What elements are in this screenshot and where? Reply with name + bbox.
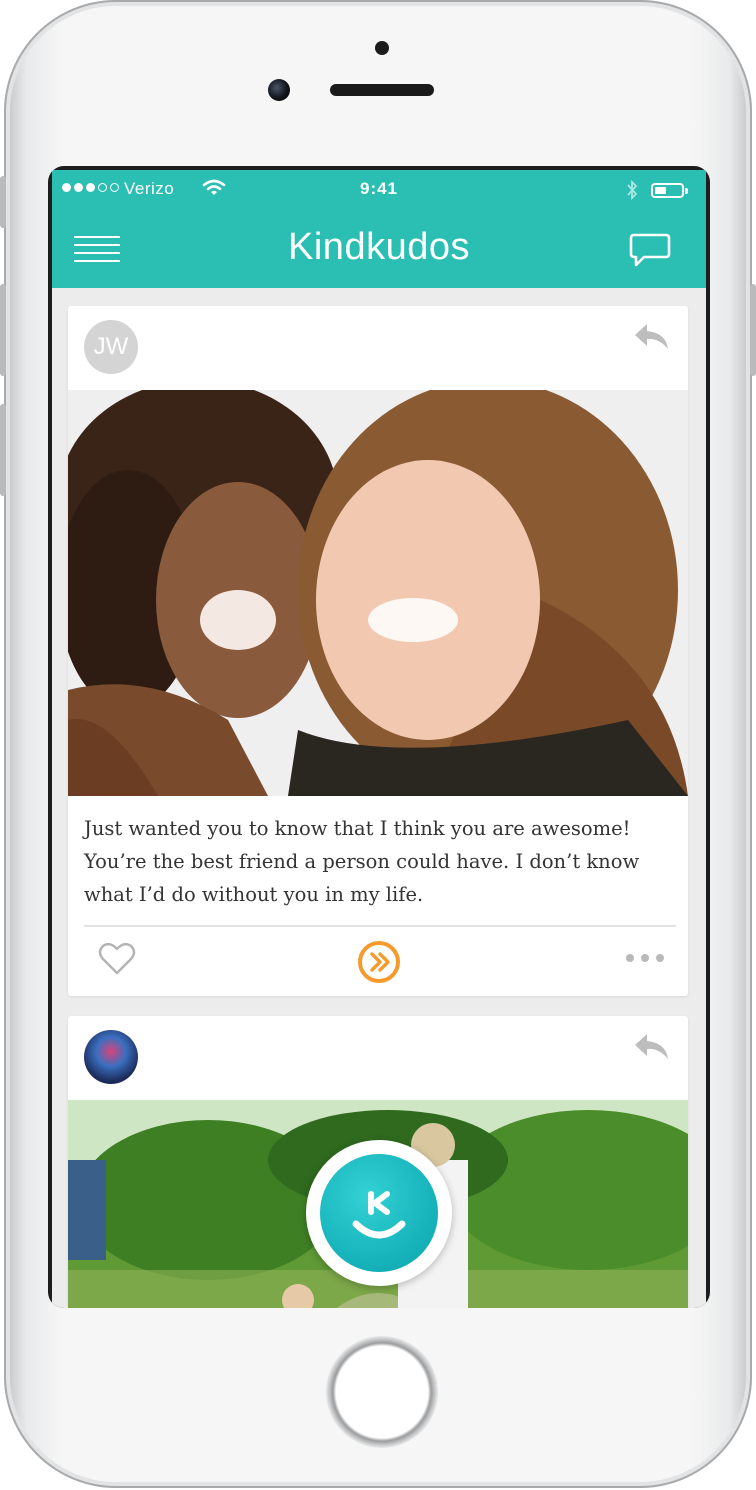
post-photo: [68, 390, 688, 796]
avatar[interactable]: JW: [84, 320, 138, 374]
divider: [84, 925, 676, 927]
mute-switch: [0, 176, 6, 228]
volume-down-button: [0, 404, 6, 496]
feed-post: JW Just wanted you to know that I think …: [68, 306, 688, 996]
clock: 9:41: [359, 179, 399, 198]
avatar[interactable]: [84, 1030, 138, 1084]
earpiece-speaker: [330, 84, 434, 96]
reply-arrow-icon[interactable]: [633, 322, 671, 357]
home-button[interactable]: [326, 1336, 438, 1448]
heart-icon[interactable]: [98, 942, 136, 981]
screen: Verizo 9:41 Kindkudos JW Just wanted you…: [48, 166, 710, 1308]
smile-k-icon: [320, 1154, 438, 1272]
kudos-arrow-icon[interactable]: [356, 939, 402, 990]
volume-up-button: [0, 284, 6, 376]
app-title: Kindkudos: [288, 226, 470, 268]
kindkudos-fab[interactable]: [306, 1140, 452, 1286]
chat-bubble-icon[interactable]: [628, 232, 672, 275]
reply-arrow-icon[interactable]: [633, 1032, 671, 1067]
post-message: Just wanted you to know that I think you…: [84, 817, 640, 906]
nav-bar: Kindkudos: [52, 210, 706, 288]
front-camera: [268, 79, 290, 101]
more-dots-icon[interactable]: [626, 954, 664, 962]
app-display: Verizo 9:41 Kindkudos JW Just wanted you…: [52, 170, 706, 1308]
status-bar: Verizo 9:41: [52, 170, 706, 210]
power-button: [750, 284, 756, 376]
battery-icon: [651, 183, 688, 198]
proximity-sensor: [375, 41, 389, 55]
bluetooth-icon: [625, 179, 639, 206]
